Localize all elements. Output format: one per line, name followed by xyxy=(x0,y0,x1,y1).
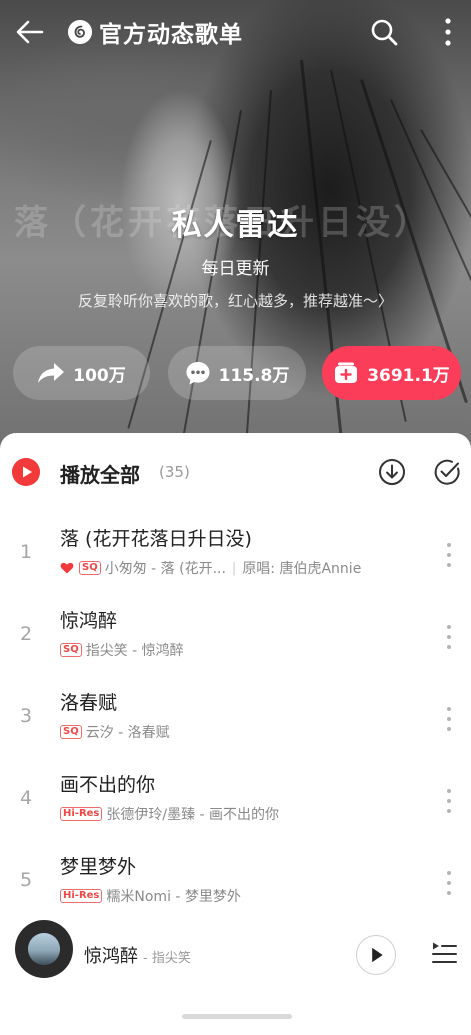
comment-icon xyxy=(186,362,210,385)
play-all-icon[interactable] xyxy=(12,458,40,486)
meta-divider: | xyxy=(231,560,237,576)
song-index: 2 xyxy=(19,623,33,645)
song-title: 梦里梦外 xyxy=(60,856,137,878)
page-title: 官方动态歌单 xyxy=(99,22,243,48)
song-index: 4 xyxy=(19,787,33,809)
add-to-collection-icon xyxy=(335,362,358,383)
quality-badge: SQ xyxy=(60,725,82,739)
netease-logo-icon xyxy=(68,20,92,44)
now-playing-title: 惊鸿醉 xyxy=(84,946,138,967)
song-more-icon[interactable] xyxy=(444,623,454,651)
song-more-icon[interactable] xyxy=(444,705,454,733)
description-text: 反复聆听你喜欢的歌，红心越多，推荐越准～ xyxy=(77,292,378,310)
collect-button[interactable]: 3691.1万 xyxy=(322,346,461,400)
song-meta: SQ 云汐 - 洛春赋 xyxy=(60,722,170,742)
song-title: 画不出的你 xyxy=(60,774,156,796)
song-artist-album: 指尖笑 - 惊鸿醉 xyxy=(85,643,184,659)
download-icon[interactable] xyxy=(378,458,406,486)
song-title: 惊鸿醉 xyxy=(60,610,118,632)
song-index: 5 xyxy=(19,869,33,891)
quality-badge: Hi-Res xyxy=(60,807,103,821)
multi-select-icon[interactable] xyxy=(433,458,461,486)
search-icon[interactable] xyxy=(370,18,398,46)
original-singer: 原唱: 唐伯虎Annie xyxy=(242,561,362,577)
top-bar: 官方动态歌单 xyxy=(0,0,471,64)
now-playing-artist: - 指尖笑 xyxy=(143,951,191,966)
song-title: 洛春赋 xyxy=(60,692,118,714)
song-row[interactable]: 2 惊鸿醉 SQ 指尖笑 - 惊鸿醉 xyxy=(0,597,471,679)
liked-heart-icon xyxy=(60,562,74,574)
song-row[interactable]: 1 落 (花开花落日升日没) SQ 小匆匆 - 落 (花开... | 原唱: 唐… xyxy=(0,515,471,597)
song-meta: SQ 指尖笑 - 惊鸿醉 xyxy=(60,640,184,660)
song-index: 3 xyxy=(19,705,33,727)
playlist-header-background: 落（花开花落日升日没） 官方动态歌单 私人雷达 每日更新 反复聆听你喜欢的歌，红… xyxy=(0,0,471,470)
album-art xyxy=(28,933,60,965)
mini-player[interactable]: 惊鸿醉 - 指尖笑 xyxy=(0,911,471,1003)
back-arrow-icon[interactable] xyxy=(14,16,46,48)
play-all-row[interactable]: 播放全部 (35) xyxy=(0,433,471,513)
song-artist-album: 张德伊玲/墨臻 - 画不出的你 xyxy=(106,807,280,823)
collect-count: 3691.1万 xyxy=(367,365,450,386)
play-all-label[interactable]: 播放全部 xyxy=(60,459,140,488)
song-more-icon[interactable] xyxy=(444,787,454,815)
share-count: 100万 xyxy=(73,365,126,386)
now-playing-cover[interactable] xyxy=(15,920,73,978)
song-title: 落 (花开花落日升日没) xyxy=(60,528,252,550)
song-more-icon[interactable] xyxy=(444,541,454,569)
song-count: (35) xyxy=(159,463,190,481)
quality-badge: SQ xyxy=(60,643,82,657)
share-icon xyxy=(38,363,65,383)
song-row[interactable]: 3 洛春赋 SQ 云汐 - 洛春赋 xyxy=(0,679,471,761)
quality-badge: Hi-Res xyxy=(60,889,103,903)
play-icon[interactable] xyxy=(356,935,396,975)
song-more-icon[interactable] xyxy=(444,869,454,897)
playlist-title: 私人雷达 xyxy=(171,208,300,243)
song-artist-album: 云汐 - 洛春赋 xyxy=(85,725,170,741)
share-button[interactable]: 100万 xyxy=(13,346,150,400)
song-row[interactable]: 4 画不出的你 Hi-Res 张德伊玲/墨臻 - 画不出的你 xyxy=(0,761,471,843)
playlist-queue-icon[interactable] xyxy=(430,939,458,967)
home-indicator xyxy=(182,1014,292,1019)
comment-button[interactable]: 115.8万 xyxy=(168,346,306,400)
song-meta: SQ 小匆匆 - 落 (花开... | 原唱: 唐伯虎Annie xyxy=(60,558,361,578)
song-artist-album: 糯米Nomi - 梦里梦外 xyxy=(106,889,241,905)
quality-badge: SQ xyxy=(79,561,101,575)
playlist-description[interactable]: 反复聆听你喜欢的歌，红心越多，推荐越准～〉 xyxy=(0,290,471,311)
song-artist-album: 小匆匆 - 落 (花开... xyxy=(104,561,226,577)
more-vertical-icon[interactable] xyxy=(438,16,458,48)
song-meta: Hi-Res 张德伊玲/墨臻 - 画不出的你 xyxy=(60,804,279,824)
song-index: 1 xyxy=(19,541,33,563)
song-meta: Hi-Res 糯米Nomi - 梦里梦外 xyxy=(60,886,241,906)
chevron-right-icon: 〉 xyxy=(378,292,394,310)
comment-count: 115.8万 xyxy=(218,365,290,386)
update-frequency-label: 每日更新 xyxy=(201,259,270,279)
